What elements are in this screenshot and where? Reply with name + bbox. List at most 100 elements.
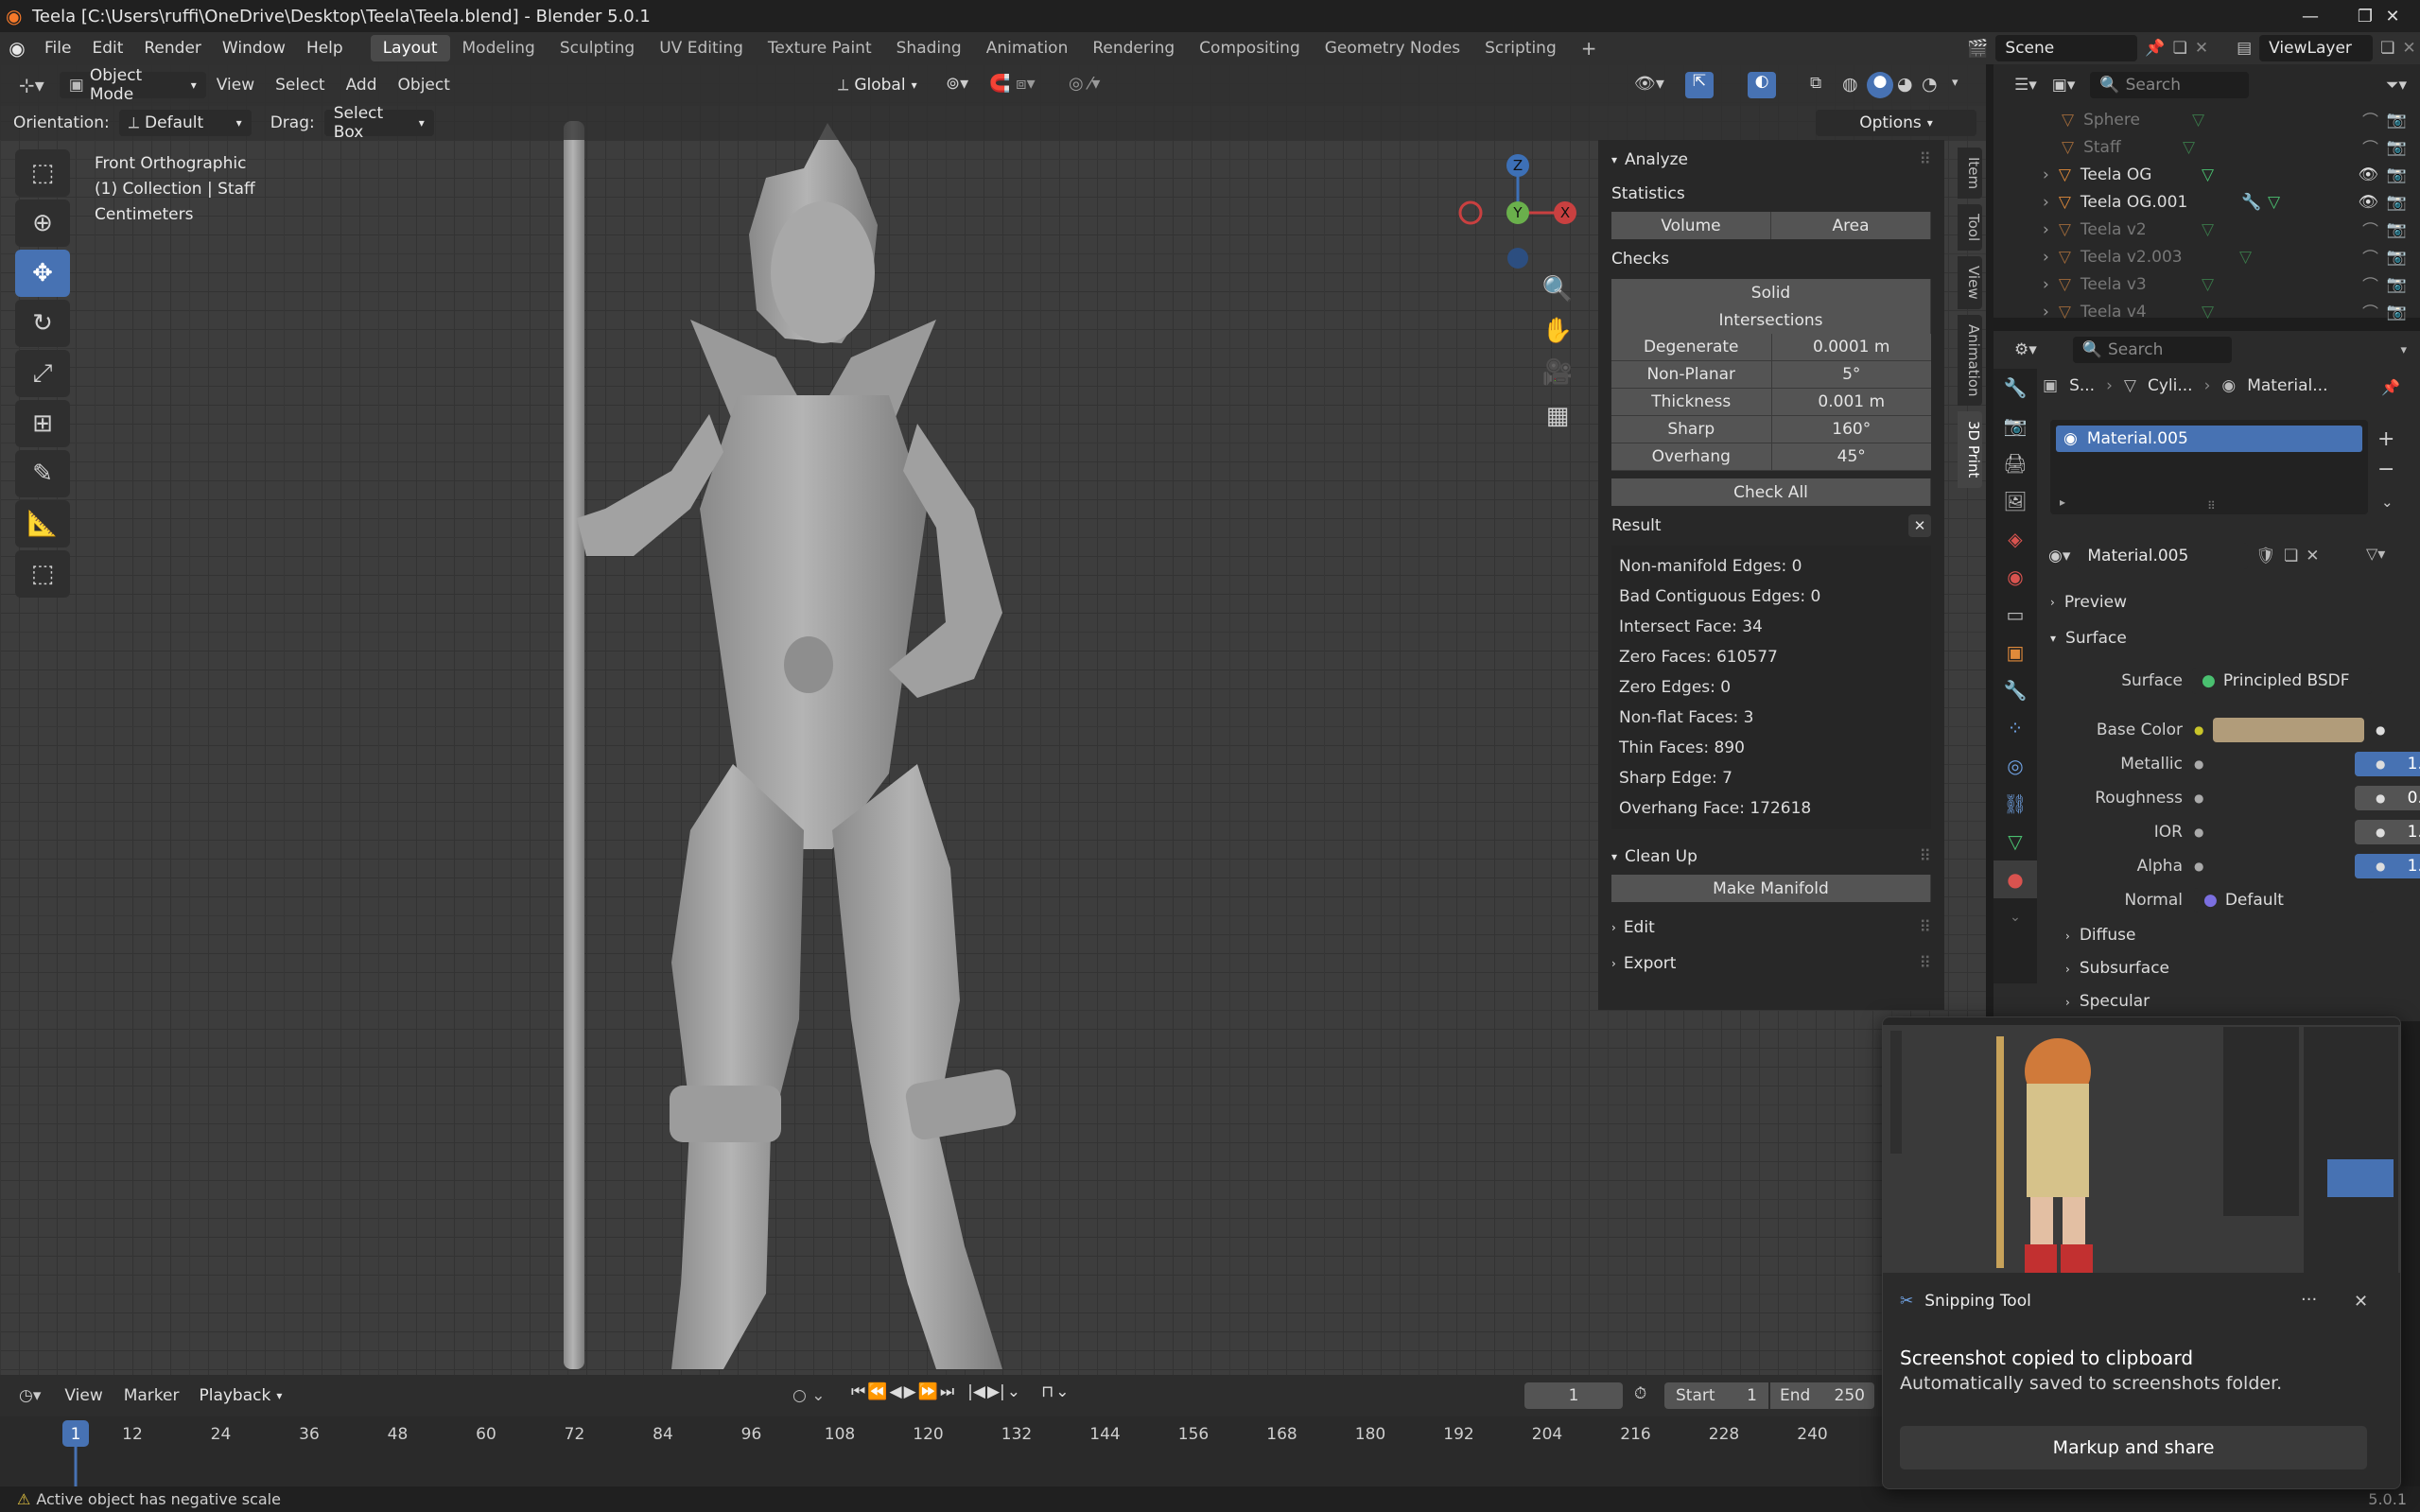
workspace-tab-sculpting[interactable]: Sculpting	[548, 35, 647, 61]
link-type-icon[interactable]: ▽▾	[2366, 545, 2385, 563]
drag-dropdown[interactable]: Select Box ▾	[323, 104, 434, 142]
keyframe-dot-icon[interactable]: ●	[2376, 860, 2385, 873]
preview-section-header[interactable]: › Preview	[2050, 586, 2402, 618]
thickness-check-row[interactable]: Thickness 0.001 m	[1611, 389, 1931, 416]
delete-viewlayer-icon[interactable]: ✕	[2402, 39, 2415, 58]
prev-key-icon[interactable]: |◀	[967, 1382, 985, 1401]
editor-type-icon[interactable]: ⊹▾	[19, 74, 44, 96]
properties-editor-icon[interactable]: ⚙▾	[2014, 340, 2037, 359]
properties-options-icon[interactable]: ▾	[2400, 343, 2407, 357]
menu-edit[interactable]: Edit	[81, 35, 133, 61]
particles-props-icon[interactable]: ⁘	[1993, 709, 2037, 747]
data-props-icon[interactable]: ▽	[1993, 823, 2037, 860]
end-frame-field[interactable]: End 250	[1770, 1382, 1874, 1409]
add-slot-icon[interactable]: +	[2377, 427, 2394, 451]
workspace-tab-compositing[interactable]: Compositing	[1187, 35, 1313, 61]
move-tool-icon[interactable]: ✥	[15, 250, 70, 297]
timeline-editor-icon[interactable]: ◷▾	[19, 1386, 41, 1405]
playback-dropdown[interactable]: Playback ▾	[189, 1382, 291, 1409]
tab-view[interactable]: View	[1958, 256, 1982, 309]
browse-material-icon[interactable]: ◉▾	[2048, 547, 2070, 565]
modifier-props-icon[interactable]: 🔧	[1993, 671, 2037, 709]
minimize-button[interactable]: —	[2283, 0, 2338, 32]
jump-end-icon[interactable]: ⏭	[940, 1382, 954, 1401]
wireframe-shading-icon[interactable]: ◍	[1842, 74, 1858, 95]
material-slots-list[interactable]: ◉ Material.005 ▸ ⠿	[2050, 420, 2368, 514]
transform-tool-icon[interactable]: ⊞	[15, 400, 70, 447]
dismiss-notification-icon[interactable]: ✕	[2354, 1292, 2368, 1312]
rendered-shading-icon[interactable]: ◔	[1922, 74, 1938, 95]
collection-props-icon[interactable]: ▭	[1993, 596, 2037, 634]
jump-keyframe-back-icon[interactable]: ⏪	[867, 1382, 887, 1401]
next-key-icon[interactable]: ▶|	[987, 1382, 1005, 1401]
preview-range-icon[interactable]: ⏱	[1634, 1384, 1646, 1403]
cursor-tool-icon[interactable]: ⊕	[15, 200, 70, 247]
material-shading-icon[interactable]: ◕	[1897, 74, 1913, 95]
viewport-menu-view[interactable]: View	[206, 72, 265, 98]
viewport-menu-select[interactable]: Select	[265, 72, 335, 98]
tab-3d-print[interactable]: 3D Print	[1958, 411, 1982, 488]
world-props-icon[interactable]: ◉	[1993, 558, 2037, 596]
snap-menu-icon[interactable]: ⌄	[1055, 1382, 1069, 1401]
overlay-toggle-icon[interactable]: ◐	[1748, 72, 1776, 98]
normal-field[interactable]: ● Default	[2194, 888, 2374, 912]
blender-menu-icon[interactable]: ◉	[0, 37, 34, 60]
more-tabs-icon[interactable]: ⌄	[1993, 898, 2037, 936]
viewlayer-selector[interactable]: ViewLayer	[2259, 35, 2374, 61]
outliner-item[interactable]: ▽ Sphere ▽ ⌒ 📷	[1993, 106, 2420, 133]
markup-and-share-button[interactable]: Markup and share	[1900, 1426, 2367, 1469]
add-workspace-button[interactable]: +	[1569, 35, 1610, 61]
solid-shading-icon[interactable]: ●	[1867, 72, 1893, 98]
menu-help[interactable]: Help	[296, 35, 354, 61]
menu-window[interactable]: Window	[212, 35, 296, 61]
annotate-tool-icon[interactable]: ✎	[15, 450, 70, 497]
outliner-editor-icon[interactable]: ☰▾	[2014, 76, 2037, 95]
surface-shader-field[interactable]: ● Principled BSDF	[2192, 668, 2372, 694]
timeline-menu-view[interactable]: View	[54, 1382, 113, 1409]
jump-keyframe-forward-icon[interactable]: ⏩	[918, 1382, 938, 1401]
shading-options-icon[interactable]: ▾	[1952, 76, 1959, 90]
auto-keying-icon[interactable]: ○ ⌄	[792, 1386, 825, 1405]
workspace-tab-modeling[interactable]: Modeling	[450, 35, 548, 61]
transform-orientation-dropdown[interactable]: ⟂ Global ▾	[828, 72, 927, 98]
options-dropdown[interactable]: Options ▾	[1816, 110, 1976, 136]
outliner-item[interactable]: › ▽ Teela v2 ▽ ⌒ 📷	[1993, 216, 2420, 243]
filter-icon[interactable]: ⏷▾	[2386, 76, 2407, 95]
visibility-icon[interactable]: 👁▾	[1634, 74, 1664, 94]
current-frame-field[interactable]: 1	[1524, 1382, 1623, 1409]
navigation-gizmo[interactable]: Z X Y	[1456, 151, 1579, 274]
timeline-menu-marker[interactable]: Marker	[113, 1382, 190, 1409]
keyframe-dot-icon[interactable]: ●	[2376, 757, 2385, 771]
tab-item[interactable]: Item	[1958, 148, 1982, 200]
outliner-search-input[interactable]: 🔍 Search	[2090, 72, 2250, 98]
scene-selector[interactable]: Scene	[1995, 35, 2138, 61]
export-section-header[interactable]: › Export ⠿	[1598, 946, 1944, 982]
viewport-menu-object[interactable]: Object	[388, 72, 461, 98]
menu-file[interactable]: File	[34, 35, 81, 61]
teela-model[interactable]	[530, 112, 1097, 1375]
surface-section-header[interactable]: ▾ Surface	[2050, 622, 2402, 654]
xray-toggle-icon[interactable]: ⧉	[1810, 74, 1821, 93]
analyze-section-header[interactable]: ▾ Analyze ⠿	[1598, 140, 1944, 180]
check-all-button[interactable]: Check All	[1611, 478, 1931, 506]
workspace-tab-rendering[interactable]: Rendering	[1080, 35, 1187, 61]
constraints-props-icon[interactable]: ⛓	[1993, 785, 2037, 823]
alpha-slider[interactable]: 1.000	[2355, 854, 2420, 878]
viewport-menu-add[interactable]: Add	[336, 72, 388, 98]
clear-result-icon[interactable]: ✕	[1908, 514, 1931, 537]
outliner-item[interactable]: ▽ Staff ▽ ⌒ 📷	[1993, 133, 2420, 161]
snap-timeline-icon[interactable]: ⊓	[1041, 1382, 1053, 1401]
outliner-item[interactable]: › ▽ Teela v2.003 ▽ ⌒ 📷	[1993, 243, 2420, 270]
material-props-icon[interactable]: ●	[1993, 860, 2037, 898]
workspace-tab-animation[interactable]: Animation	[974, 35, 1081, 61]
scene-props-icon[interactable]: ◈	[1993, 520, 2037, 558]
output-props-icon[interactable]: 🖨	[1993, 444, 2037, 482]
outliner-item[interactable]: › ▽ Teela v3 ▽ ⌒ 📷	[1993, 270, 2420, 298]
orientation-dropdown[interactable]: ⟂ Default ▾	[118, 110, 252, 136]
workspace-tab-uv-editing[interactable]: UV Editing	[647, 35, 756, 61]
degenerate-check-row[interactable]: Degenerate 0.0001 m	[1611, 334, 1931, 361]
workspace-tab-scripting[interactable]: Scripting	[1472, 35, 1569, 61]
solid-check-button[interactable]: Solid	[1611, 279, 1931, 306]
pivot-point-icon[interactable]: ⊚▾	[946, 74, 968, 94]
snipping-tool-notification[interactable]: ✂ Snipping Tool ··· ✕ Screenshot copied …	[1882, 1017, 2401, 1489]
